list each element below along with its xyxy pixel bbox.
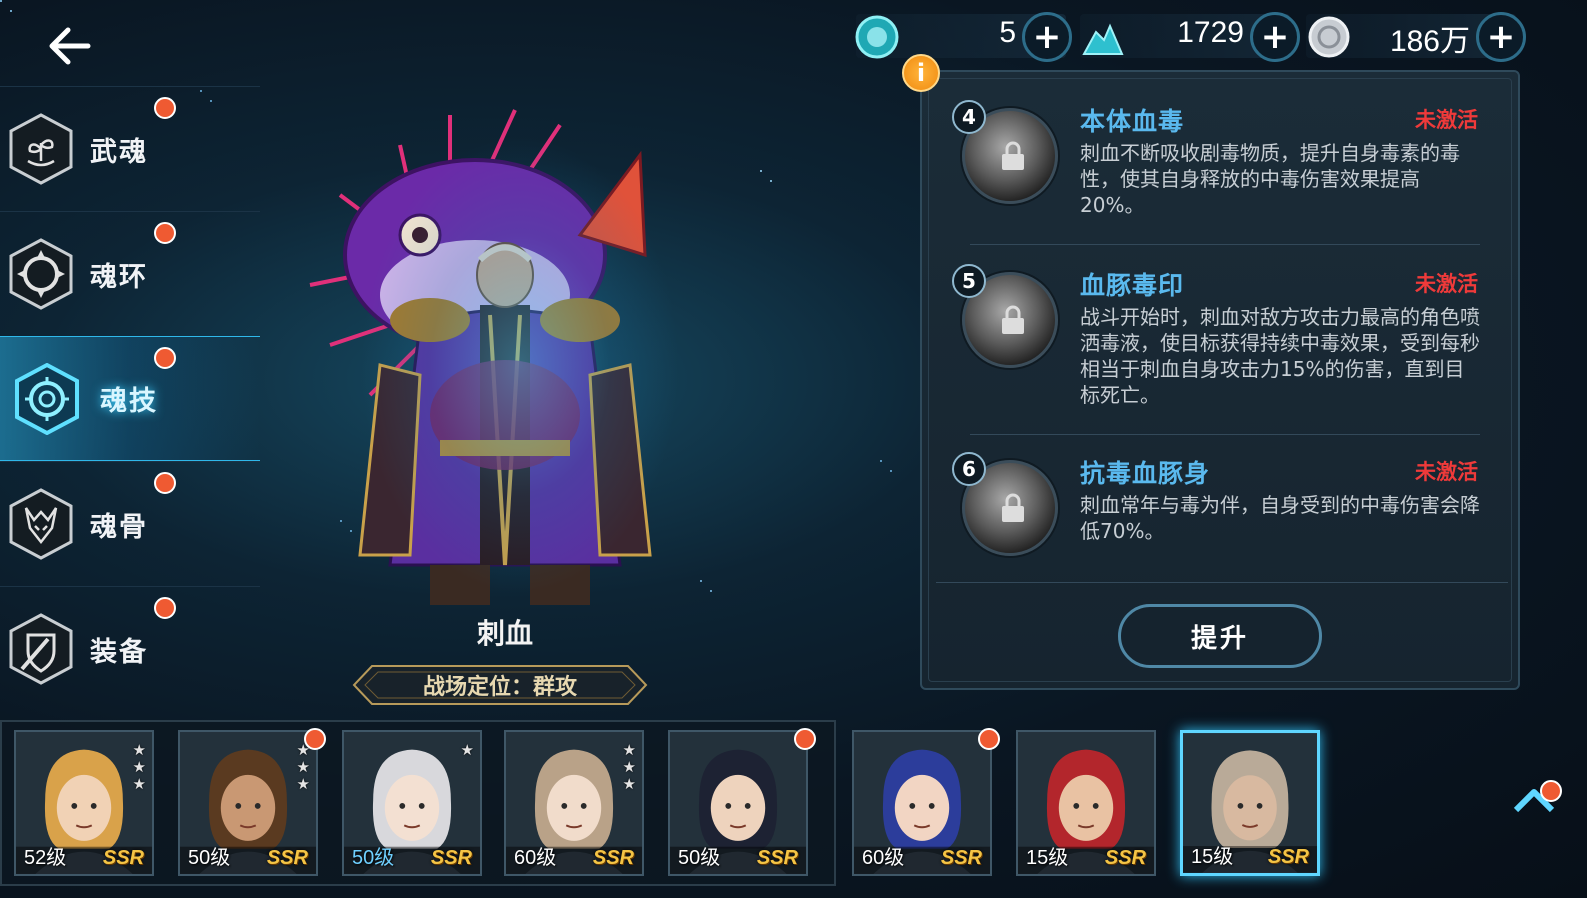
skill-description: 刺血不断吸收剧毒物质，提升自身毒素的毒性，使其自身释放的中毒伤害效果提高20%。 [1080,141,1460,217]
notification-badge [154,222,176,244]
notification-badge [154,347,176,369]
star-icon: ★ [622,758,636,776]
silver-coin-icon [1308,16,1350,58]
nav-item-soul-bone[interactable]: 魂骨 [0,461,260,586]
rarity-badge: SSR [1104,847,1146,869]
notification-badge [154,472,176,494]
notification-badge [304,728,326,750]
info-icon[interactable]: i [902,54,940,92]
crystal-icon [1082,23,1124,55]
skill-level-badge: 6 [952,452,986,486]
nav-item-equipment[interactable]: 装备 [0,586,260,711]
rarity-badge: SSR [940,847,982,869]
skill-status: 未激活 [1415,272,1478,296]
hero-level: 60级 [514,847,557,869]
lock-icon [1002,141,1024,170]
rarity-badge: SSR [592,847,634,869]
notification-badge [154,597,176,619]
lock-icon [1002,493,1024,522]
skill-description: 刺血常年与毒为伴，自身受到的中毒伤害会降低70%。 [1080,493,1480,543]
rarity-badge: SSR [1267,846,1309,868]
skill-title: 本体血毒 [1080,107,1185,136]
star-icon: ★ [460,741,474,759]
star-rating: ★ ★ ★ [623,742,636,792]
character-name: 刺血 [476,617,533,650]
battle-role-text: 战场定位：群攻 [422,675,577,700]
nav-label: 魂环 [90,261,148,293]
hero-card[interactable]: 50级 SSR ★ [342,730,482,876]
gem-count: 5 [999,16,1016,49]
skill-status: 未激活 [1415,460,1478,484]
notification-badge [794,728,816,750]
hero-level: 50级 [678,847,721,869]
equipment-icon [9,613,73,685]
add-crystals-button[interactable]: + [1250,12,1300,62]
star-icon: ★ [132,758,146,776]
star-icon: ★ [622,775,636,793]
skill-status: 未激活 [1415,108,1478,132]
hero-card[interactable]: 50级 SSR [668,730,808,876]
hero-card[interactable]: 15级 SSR [1016,730,1156,876]
skill-panel: 4 本体血毒 未激活 刺血不断吸收剧毒物质，提升自身毒素的毒性，使其自身释放的中… [920,70,1520,690]
soul-gem-icon [855,15,899,59]
skill-level-badge: 4 [952,100,986,134]
skill-level-badge: 5 [952,264,986,298]
crystal-count: 1729 [1177,16,1244,49]
star-icon: ★ [296,758,310,776]
nav-label: 魂技 [100,386,158,417]
star-rating: ★ [461,742,474,758]
nav-label: 魂骨 [90,511,148,543]
hero-level: 52级 [24,847,67,869]
side-nav: 武魂 魂环 魂技 魂骨 装备 [0,86,260,711]
rarity-badge: SSR [430,847,472,869]
divider [936,582,1508,583]
star-rating: ★ ★ ★ [297,742,310,792]
add-gems-button[interactable]: + [1022,12,1072,62]
skill-title: 血豚毒印 [1080,271,1185,300]
soul-skill-icon [15,362,79,435]
hero-level: 50级 [188,847,231,869]
add-coins-button[interactable]: + [1476,12,1526,62]
hero-card[interactable]: 60级 SSR ★ ★ ★ [504,730,644,876]
star-rating: ★ ★ ★ [133,742,146,792]
notification-badge [978,728,1000,750]
nav-label: 装备 [90,636,148,668]
star-icon: ★ [622,741,636,759]
star-icon: ★ [296,775,310,793]
nav-label: 武魂 [90,136,148,168]
back-arrow-icon[interactable] [44,22,96,70]
hero-card[interactable]: 50级 SSR ★ ★ ★ [178,730,318,876]
nav-item-martial-soul[interactable]: 武魂 [0,86,260,211]
star-icon: ★ [132,741,146,759]
hero-level: 15级 [1191,846,1234,868]
battle-role-banner: 战场定位：群攻 [352,664,648,706]
divider [970,434,1480,435]
skill-title: 抗毒血豚身 [1080,459,1211,488]
skill-description: 战斗开始时，刺血对敌方攻击力最高的角色喷洒毒液，使目标获得持续中毒效果，受到每秒… [1080,305,1480,407]
nav-item-soul-ring[interactable]: 魂环 [0,211,260,336]
hero-card[interactable]: 15级 SSR [1180,730,1320,876]
divider [970,244,1480,245]
rarity-badge: SSR [756,847,798,869]
rarity-badge: SSR [266,847,308,869]
lock-icon [1002,305,1024,334]
hero-level: 50级 [352,847,395,869]
hero-level: 60级 [862,847,905,869]
hero-card[interactable]: 60级 SSR [852,730,992,876]
martial-soul-icon [9,113,73,185]
soul-ring-icon [9,238,73,310]
hero-card[interactable]: 52级 SSR ★ ★ ★ [14,730,154,876]
character-model[interactable] [300,95,720,615]
upgrade-button[interactable]: 提升 [1118,604,1322,668]
notification-badge [1540,780,1562,802]
rarity-badge: SSR [102,847,144,869]
nav-item-soul-skill[interactable]: 魂技 [0,336,260,461]
notification-badge [154,97,176,119]
hero-level: 15级 [1026,847,1069,869]
soul-bone-icon [9,488,73,560]
star-icon: ★ [132,775,146,793]
coin-count: 186万 [1389,25,1470,58]
